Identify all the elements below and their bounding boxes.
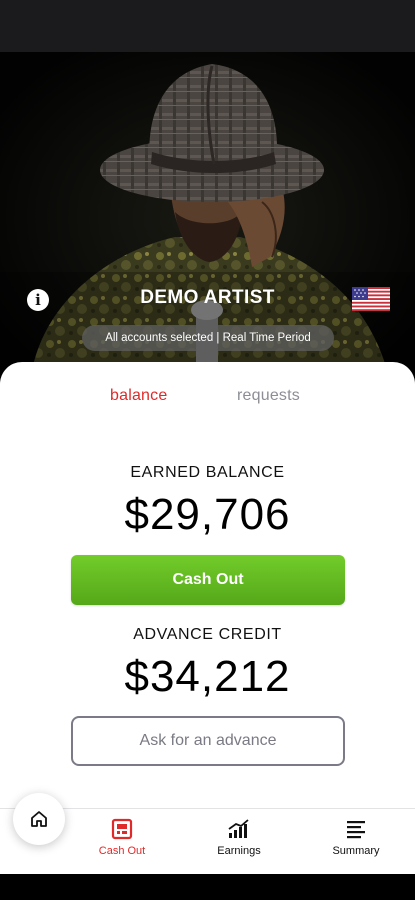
- nav-summary[interactable]: Summary: [311, 809, 401, 875]
- nav-summary-label: Summary: [332, 845, 380, 857]
- list-icon: [347, 821, 365, 839]
- home-button[interactable]: [13, 793, 65, 845]
- ask-advance-button[interactable]: Ask for an advance: [71, 716, 345, 766]
- app-screen: i DEMO ARTIST All accounts selected | Re…: [0, 0, 415, 900]
- nav-earnings[interactable]: Earnings: [194, 809, 284, 875]
- account-period-filter[interactable]: All accounts selected | Real Time Period: [82, 325, 334, 351]
- home-icon: [31, 811, 47, 827]
- earned-balance-amount: $29,706: [124, 490, 291, 539]
- tab-balance[interactable]: balance: [110, 387, 167, 405]
- advance-credit-amount: $34,212: [124, 652, 291, 701]
- country-flag-button[interactable]: [352, 287, 390, 311]
- advance-credit-label: ADVANCE CREDIT: [133, 626, 282, 643]
- earned-balance-label: EARNED BALANCE: [130, 464, 285, 481]
- tab-requests[interactable]: requests: [237, 387, 300, 405]
- us-flag-icon: [352, 287, 390, 311]
- balance-card: balance requests EARNED BALANCE $29,706 …: [0, 362, 415, 808]
- cash-out-button[interactable]: Cash Out: [71, 555, 345, 605]
- cash-register-icon: [111, 818, 133, 840]
- system-navigation-bar: [0, 874, 415, 900]
- status-bar: [0, 0, 415, 52]
- nav-earnings-label: Earnings: [217, 845, 261, 857]
- bar-chart-icon: [228, 819, 249, 838]
- nav-cash-out-label: Cash Out: [98, 845, 146, 857]
- nav-cash-out[interactable]: Cash Out: [77, 809, 167, 875]
